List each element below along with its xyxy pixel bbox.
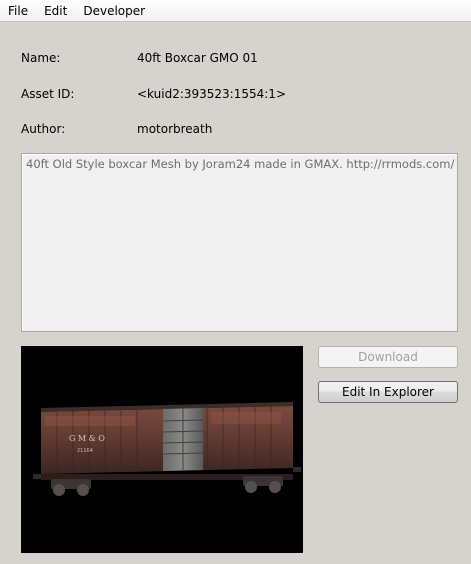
asset-preview-image: G M & O 21164 <box>21 346 303 553</box>
menu-bar: File Edit Developer <box>0 0 471 22</box>
description-textbox[interactable]: 40ft Old Style boxcar Mesh by Joram24 ma… <box>21 153 458 332</box>
description-text: 40ft Old Style boxcar Mesh by Joram24 ma… <box>26 157 458 171</box>
name-value: 40ft Boxcar GMO 01 <box>137 51 258 65</box>
name-label: Name: <box>21 51 61 65</box>
author-value: motorbreath <box>137 122 213 136</box>
car-number: 21164 <box>77 448 93 454</box>
asset-id-value: <kuid2:393523:1554:1> <box>137 87 286 101</box>
boxcar-thumbnail: G M & O 21164 <box>33 402 301 496</box>
download-button[interactable]: Download <box>318 346 458 368</box>
menu-developer[interactable]: Developer <box>81 3 147 19</box>
author-label: Author: <box>21 122 66 136</box>
asset-id-label: Asset ID: <box>21 87 75 101</box>
menu-file[interactable]: File <box>6 3 30 19</box>
car-lettering: G M & O <box>69 434 105 443</box>
menu-edit[interactable]: Edit <box>42 3 69 19</box>
edit-in-explorer-button[interactable]: Edit In Explorer <box>318 381 458 403</box>
asset-details-window: File Edit Developer Name: 40ft Boxcar GM… <box>0 0 471 564</box>
